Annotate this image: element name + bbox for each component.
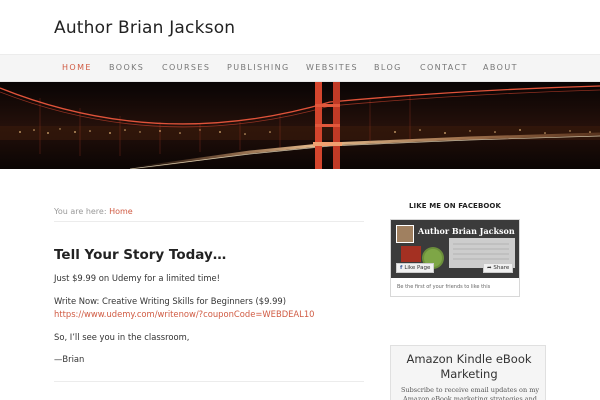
post-title[interactable]: Tell Your Story Today… [54, 247, 226, 263]
nav-item-books[interactable]: BOOKS [109, 63, 144, 72]
nav-item-publishing[interactable]: PUBLISHING [227, 63, 290, 72]
nav-item-blog[interactable]: BLOG [374, 63, 402, 72]
divider [54, 221, 364, 222]
post-text-closing: So, I’ll see you in the classroom, [54, 332, 190, 342]
share-label: Share [493, 265, 510, 271]
breadcrumb-prefix: You are here: [54, 207, 110, 216]
post-signoff: —Brian [54, 354, 85, 364]
site-title[interactable]: Author Brian Jackson [54, 18, 235, 38]
facebook-page-widget[interactable]: Author Brian Jackson f Like Page ➦ Share… [390, 219, 520, 297]
post-text-course: Write Now: Creative Writing Skills for B… [54, 296, 287, 306]
nav-item-about[interactable]: ABOUT [483, 63, 518, 72]
nav-item-contact[interactable]: CONTACT [420, 63, 468, 72]
post-text-promo: Just $9.99 on Udemy for a limited time! [54, 273, 220, 283]
facebook-friends-text: Be the first of your friends to like thi… [397, 284, 491, 290]
facebook-like-button[interactable]: f Like Page [396, 263, 435, 273]
main-nav: HOME BOOKS COURSES PUBLISHING WEBSITES B… [0, 54, 600, 82]
kindle-marketing-widget: Amazon Kindle eBook Marketing Subscribe … [390, 345, 546, 400]
kindle-widget-text: Subscribe to receive email updates on my… [400, 386, 540, 400]
facebook-page-name[interactable]: Author Brian Jackson [418, 226, 515, 236]
kindle-widget-title: Amazon Kindle eBook Marketing [406, 352, 532, 381]
nav-item-websites[interactable]: WEBSITES [306, 63, 358, 72]
post-coupon-link[interactable]: https://www.udemy.com/writenow/?couponCo… [54, 309, 314, 319]
facebook-widget-title: LIKE ME ON FACEBOOK [408, 202, 501, 210]
golden-gate-bridge-illustration [0, 82, 600, 169]
header-banner-image [0, 82, 600, 169]
facebook-share-button[interactable]: ➦ Share [483, 263, 514, 273]
breadcrumb-home-link[interactable]: Home [109, 207, 133, 216]
divider [54, 381, 364, 382]
nav-item-home[interactable]: HOME [62, 63, 92, 72]
avatar [396, 225, 414, 243]
nav-item-courses[interactable]: COURSES [162, 63, 210, 72]
like-label: Like Page [404, 265, 431, 271]
breadcrumb: You are here: Home [54, 207, 133, 216]
